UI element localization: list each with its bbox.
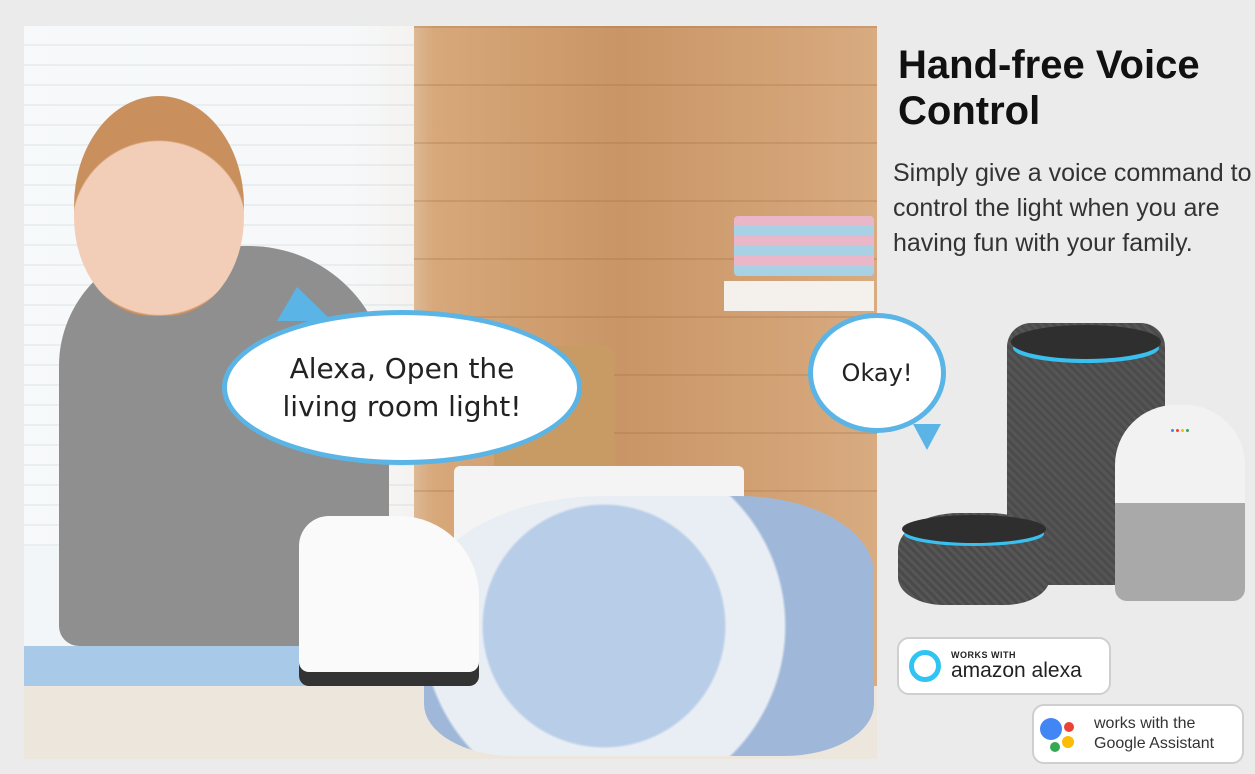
assistant-reply: Okay! xyxy=(841,359,913,387)
shelf xyxy=(724,281,874,311)
page-title: Hand-free Voice Control xyxy=(898,43,1200,133)
assistant-speech-bubble: Okay! xyxy=(808,313,946,450)
google-assistant-icon xyxy=(1040,714,1080,754)
pile-of-clothes xyxy=(424,496,874,756)
works-with-alexa-badge: WORKS WITH amazon alexa xyxy=(897,637,1111,695)
google-badge-line2: Google Assistant xyxy=(1094,735,1215,752)
google-badge-line1: works with the xyxy=(1094,715,1196,732)
woman-head xyxy=(74,96,244,316)
iron xyxy=(299,516,479,686)
user-speech-bubble: Alexa, Open the living room light! xyxy=(222,287,582,465)
folded-towels xyxy=(734,216,874,276)
speech-line-2: living room light! xyxy=(282,389,522,423)
echo-dot-speaker xyxy=(898,513,1050,605)
alexa-badge-big: amazon alexa xyxy=(951,659,1082,682)
description: Simply give a voice command to control t… xyxy=(893,159,1252,257)
alexa-logo-icon xyxy=(909,650,941,682)
speech-line-1: Alexa, Open the xyxy=(289,351,515,385)
google-home-speaker xyxy=(1115,405,1245,601)
google-home-lights xyxy=(1170,419,1190,432)
works-with-google-badge: works with the Google Assistant xyxy=(1032,704,1244,764)
